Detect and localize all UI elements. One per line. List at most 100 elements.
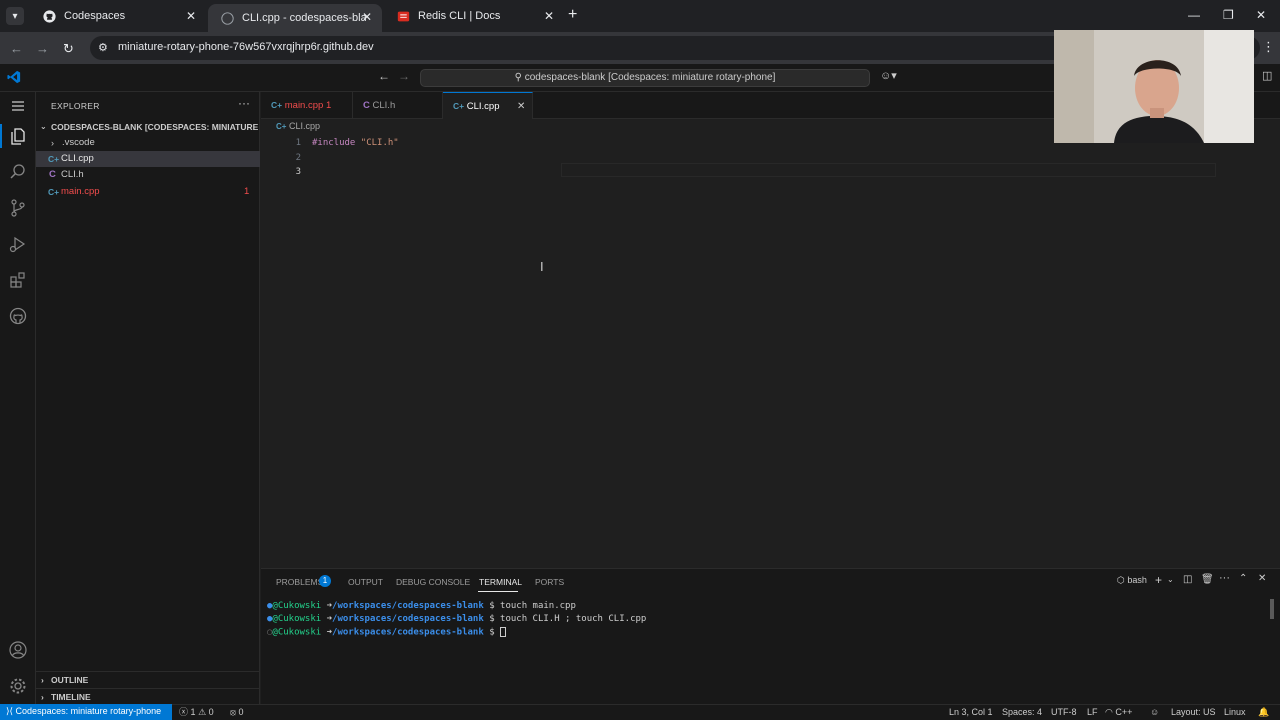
go-back-icon[interactable]: ← [378,69,390,83]
tab-output[interactable]: OUTPUT [348,577,383,587]
go-forward-icon[interactable]: → [398,69,410,83]
accounts-icon[interactable] [8,640,28,660]
new-tab-plus-icon[interactable]: + [568,6,577,24]
os-indicator[interactable]: Linux [1224,705,1246,720]
ports-status[interactable]: ⦻ 0 [230,705,243,720]
close-icon[interactable]: ✕ [362,10,372,24]
outline-label: OUTLINE [51,675,89,685]
terminal-line: ●@Cukowski ➜/workspaces/codespaces-blank… [267,614,647,624]
cpp-file-icon: C+ [271,100,283,110]
c-header-icon: C [363,100,370,111]
github-icon[interactable] [8,306,28,326]
remote-indicator[interactable]: ⟩⟨ Codespaces: miniature rotary-phone [0,704,172,720]
maximize-icon[interactable]: ❐ [1223,8,1234,22]
trash-icon[interactable]: 🗑 [1201,574,1214,585]
tree-item-cli-h[interactable]: C CLI.h [36,167,260,183]
remote-icon: ⟩⟨ [6,706,14,716]
tab-search-button[interactable]: ▾ [6,7,24,25]
browser-tab-redis-docs[interactable]: Redis CLI | Docs ✕ [384,0,564,32]
browser-tab-codespaces[interactable]: Codespaces ✕ [30,0,206,32]
text-cursor-icon: I [540,259,544,274]
tab-cli-cpp[interactable]: C+ CLI.cpp ✕ [443,92,533,119]
broadcast-icon: ⦻ [230,707,236,717]
tab-problems[interactable]: PROBLEMS [276,577,323,587]
source-control-icon[interactable] [8,198,28,218]
close-panel-icon[interactable]: ✕ [1258,573,1266,584]
workspace-root-label: CODESPACES-BLANK [CODESPACES: MINIATURE … [51,122,281,132]
chevron-right-icon: › [41,692,44,702]
end-of-line[interactable]: LF [1087,705,1098,720]
notifications-bell-icon[interactable]: 🔔 [1258,705,1269,720]
code-line: #include "CLI.h" [312,136,399,151]
more-actions-icon[interactable]: ··· [238,96,250,110]
indentation[interactable]: Spaces: 4 [1002,705,1042,720]
settings-gear-icon[interactable] [8,676,28,696]
warning-icon: ⚠ [198,707,207,717]
language-mode[interactable]: ◠ C++ [1105,705,1132,720]
chevron-down-icon[interactable]: ⌄ [1167,575,1174,584]
editor-scrollbar[interactable] [1269,139,1279,559]
close-tab-icon[interactable]: ✕ [517,93,525,120]
current-line-highlight [561,163,1216,177]
close-icon[interactable]: ✕ [186,9,196,23]
braces-icon: ◠ [1105,707,1113,717]
keyboard-layout[interactable]: Layout: US [1171,705,1216,720]
vscode-logo-icon[interactable] [7,70,21,89]
maximize-panel-icon[interactable]: ⌃ [1239,573,1247,584]
copilot-icon[interactable]: ☺▾ [880,69,897,82]
tab-cli-h[interactable]: C CLI.h [353,92,443,119]
terminal-shell-selector[interactable]: ⬡ bash [1117,575,1147,586]
tab-label: CLI.cpp [466,101,500,112]
c-header-icon: C [49,169,56,180]
search-icon[interactable] [8,162,28,182]
code-content[interactable]: #include "CLI.h" [312,136,399,151]
bottom-panel: PROBLEMS 1 OUTPUT DEBUG CONSOLE TERMINAL… [261,568,1280,704]
toggle-panel-icon[interactable]: ◫ [1262,69,1272,82]
copilot-status-icon[interactable]: ☺ [1150,705,1159,720]
workspace-root[interactable]: ⌄ CODESPACES-BLANK [CODESPACES: MINIATUR… [36,119,281,135]
line-number: 3 [295,167,301,177]
browser-tab-cli-cpp[interactable]: CLI.cpp - codespaces-blank [Co ✕ [208,4,382,32]
tree-item-main-cpp[interactable]: C+ main.cpp 1 [36,184,260,200]
breadcrumb-file[interactable]: CLI.cpp [289,121,320,131]
minimize-icon[interactable]: — [1188,8,1200,22]
browser-menu-icon[interactable]: ⋮ [1262,39,1275,55]
run-debug-icon[interactable] [8,234,28,254]
outline-section-header[interactable]: › OUTLINE [36,671,260,687]
tree-item-vscode[interactable]: › .vscode [36,135,260,151]
cpp-file-icon: C+ [48,154,60,164]
code-editor[interactable]: C+ CLI.cpp 1 2 3 #include "CLI.h" I [261,119,1280,567]
tab-main-cpp[interactable]: C+ main.cpp 1 [261,92,353,119]
extensions-icon[interactable] [8,270,28,290]
site-settings-icon[interactable]: ⚙ [98,41,108,54]
reload-icon[interactable]: ↻ [63,41,74,57]
url-text[interactable]: miniature-rotary-phone-76w567vxrqjhrp6r.… [118,41,374,53]
breadcrumb: C+ CLI.cpp [276,121,320,131]
forward-arrow-icon[interactable]: → [36,41,49,56]
encoding[interactable]: UTF-8 [1051,705,1077,720]
chevron-down-icon: ▾ [12,10,18,22]
close-window-icon[interactable]: ✕ [1256,8,1266,22]
chevron-down-icon: ⌄ [40,122,47,131]
explorer-icon[interactable] [8,126,28,146]
problems-status[interactable]: ⓧ 1 ⚠ 0 [179,705,214,720]
new-terminal-icon[interactable]: + [1155,573,1162,587]
back-arrow-icon[interactable]: ← [10,41,23,56]
cursor-position[interactable]: Ln 3, Col 1 [949,705,993,720]
timeline-section-header[interactable]: › TIMELINE [36,688,260,704]
menu-icon[interactable] [8,96,28,116]
close-icon[interactable]: ✕ [544,9,554,23]
more-actions-icon[interactable]: ··· [1219,572,1230,584]
cpp-file-icon: C+ [453,101,465,111]
tab-terminal[interactable]: TERMINAL [479,577,522,587]
tab-debug-console[interactable]: DEBUG CONSOLE [396,577,470,587]
github-icon [220,11,234,25]
command-center[interactable]: ⚲ codespaces-blank [Codespaces: miniatur… [420,69,870,87]
tree-item-label: CLI.h [61,169,84,180]
terminal-output[interactable]: ●@Cukowski ➜/workspaces/codespaces-blank… [261,601,1271,701]
tab-ports[interactable]: PORTS [535,577,564,587]
terminal-scrollbar[interactable] [1270,599,1274,619]
timeline-label: TIMELINE [51,692,91,702]
tree-item-cli-cpp[interactable]: C+ CLI.cpp [36,151,260,167]
split-terminal-icon[interactable]: ◫ [1183,574,1192,585]
